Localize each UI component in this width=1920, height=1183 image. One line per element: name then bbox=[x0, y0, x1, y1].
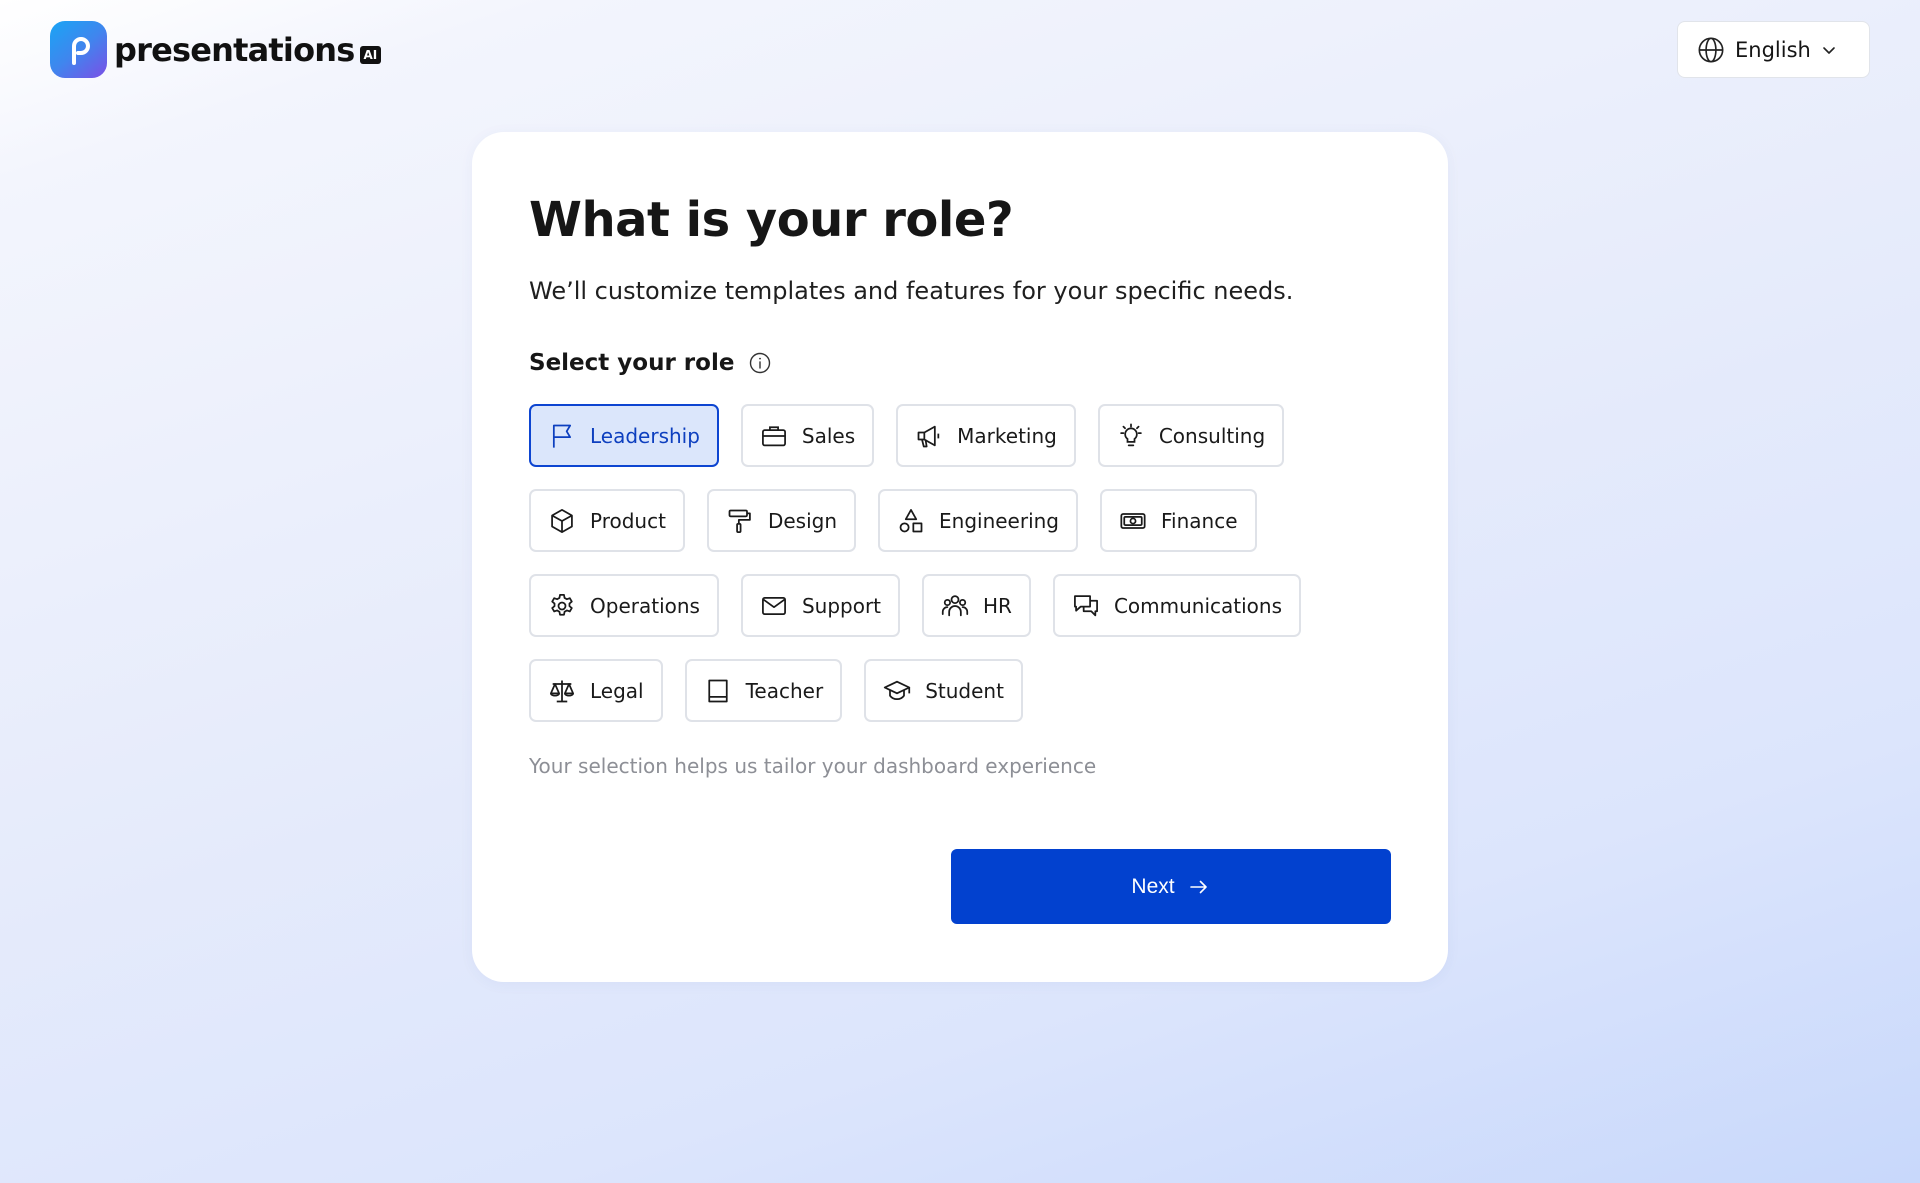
envelope-icon bbox=[761, 596, 786, 615]
gear-icon bbox=[551, 593, 573, 616]
briefcase-icon bbox=[761, 425, 786, 446]
role-option-consulting[interactable]: Consulting bbox=[1097, 404, 1285, 467]
paint-roller-icon bbox=[728, 509, 751, 533]
globe-icon bbox=[1698, 37, 1724, 62]
box-icon bbox=[551, 508, 573, 533]
role-option-product[interactable]: Product bbox=[529, 489, 685, 552]
page-title: What is your role? bbox=[529, 192, 1014, 248]
page-subtitle: We’ll customize templates and features f… bbox=[529, 277, 1294, 305]
role-option-student[interactable]: Student bbox=[864, 659, 1023, 722]
role-option-marketing[interactable]: Marketing bbox=[896, 404, 1076, 467]
role-label: Consulting bbox=[1158, 423, 1266, 448]
role-option-finance[interactable]: Finance bbox=[1100, 489, 1257, 552]
section-label-text: Select your role bbox=[529, 350, 735, 376]
section-label: Select your role bbox=[529, 350, 772, 376]
chevron-down-icon bbox=[1823, 46, 1835, 54]
role-label: Operations bbox=[590, 593, 700, 618]
role-option-communications[interactable]: Communications bbox=[1052, 574, 1302, 637]
role-option-support[interactable]: Support bbox=[740, 574, 901, 637]
users-icon bbox=[941, 594, 969, 616]
shapes-icon bbox=[899, 508, 923, 532]
role-row: Leadership Sales Marketing Consulting bbox=[529, 404, 1409, 467]
role-label: Legal bbox=[590, 678, 644, 703]
role-options: Leadership Sales Marketing Consulting Pr… bbox=[529, 404, 1409, 744]
flag-icon bbox=[552, 424, 572, 448]
role-option-teacher[interactable]: Teacher bbox=[684, 659, 843, 722]
role-option-sales[interactable]: Sales bbox=[740, 404, 875, 467]
book-icon bbox=[707, 679, 728, 702]
helper-text: Your selection helps us tailor your dash… bbox=[529, 754, 1097, 778]
brand-name: presentations bbox=[114, 30, 355, 69]
role-label: Student bbox=[925, 678, 1004, 703]
scale-icon bbox=[550, 680, 574, 702]
lightbulb-icon bbox=[1120, 422, 1142, 446]
graduation-cap-icon bbox=[884, 680, 911, 700]
next-button-label: Next bbox=[1131, 874, 1175, 898]
arrow-right-icon bbox=[1189, 880, 1207, 893]
role-label: Leadership bbox=[590, 423, 700, 448]
role-label: Design bbox=[767, 508, 837, 533]
logo-mark-icon bbox=[50, 21, 107, 78]
brand-logo[interactable]: presentations AI bbox=[50, 21, 382, 78]
role-label: HR bbox=[983, 593, 1012, 618]
next-button[interactable]: Next bbox=[951, 849, 1391, 924]
role-label: Engineering bbox=[939, 508, 1059, 533]
role-label: Product bbox=[590, 508, 666, 533]
role-row: Operations Support HR Communications bbox=[529, 574, 1409, 637]
language-selector[interactable]: English bbox=[1677, 21, 1870, 78]
role-row: Product Design Engineering Finance bbox=[529, 489, 1409, 552]
onboarding-card: What is your role? We’ll customize templ… bbox=[472, 132, 1448, 982]
brand-badge: AI bbox=[359, 45, 382, 64]
banknote-icon bbox=[1120, 512, 1146, 529]
role-option-leadership[interactable]: Leadership bbox=[529, 404, 719, 467]
chat-icon bbox=[1073, 594, 1098, 616]
role-option-legal[interactable]: Legal bbox=[529, 659, 663, 722]
role-option-engineering[interactable]: Engineering bbox=[878, 489, 1078, 552]
role-label: Support bbox=[801, 593, 882, 618]
role-option-design[interactable]: Design bbox=[706, 489, 856, 552]
role-label: Teacher bbox=[745, 678, 824, 703]
role-label: Sales bbox=[801, 423, 856, 448]
megaphone-icon bbox=[917, 425, 940, 447]
role-label: Marketing bbox=[957, 423, 1057, 448]
role-option-hr[interactable]: HR bbox=[922, 574, 1031, 637]
role-row: Legal Teacher Student bbox=[529, 659, 1409, 722]
role-option-operations[interactable]: Operations bbox=[529, 574, 719, 637]
language-label: English bbox=[1735, 37, 1811, 62]
role-label: Communications bbox=[1113, 593, 1283, 618]
info-icon[interactable] bbox=[748, 351, 772, 375]
role-label: Finance bbox=[1161, 508, 1238, 533]
